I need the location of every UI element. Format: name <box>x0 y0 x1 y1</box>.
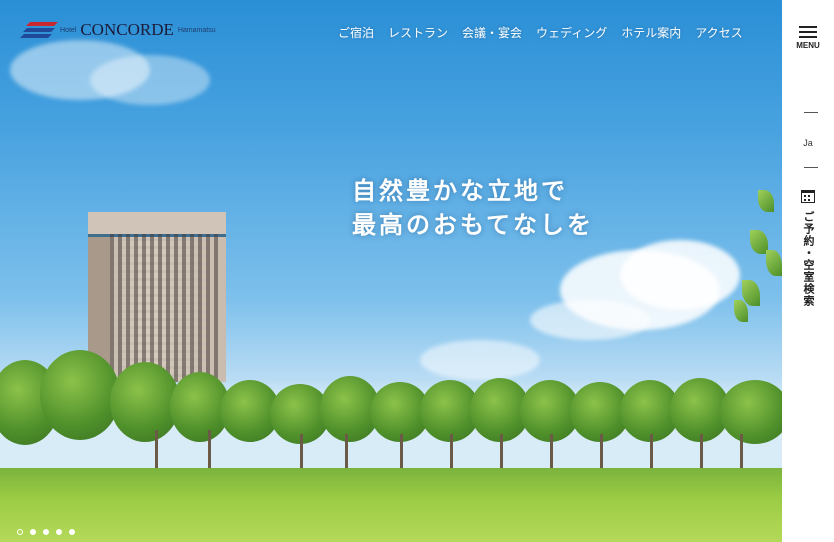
nav-wedding[interactable]: ウェディング <box>536 24 607 41</box>
calendar-icon <box>801 190 815 203</box>
leaves-decoration <box>730 190 790 330</box>
hero-image <box>0 0 782 542</box>
menu-button[interactable]: MENU <box>782 26 834 50</box>
nav-access[interactable]: アクセス <box>695 24 742 41</box>
reservation-label: ご予約・空室検索 <box>802 211 815 307</box>
slider-dot[interactable] <box>30 529 36 535</box>
headline-line-1: 自然豊かな立地で <box>352 176 568 205</box>
nav-restaurant[interactable]: レストラン <box>388 24 448 41</box>
slider-dot[interactable] <box>43 529 49 535</box>
slider-dot[interactable] <box>17 529 23 535</box>
cloud <box>90 55 210 105</box>
slider-dot[interactable] <box>56 529 62 535</box>
logo-mark-icon <box>20 20 58 40</box>
lawn <box>0 468 782 542</box>
right-sidebar: MENU Ja ご予約・空室検索 <box>734 0 834 542</box>
logo-wordmark: CONCORDE <box>80 20 174 39</box>
hero-headline: 自然豊かな立地で 最高のおもてなしを <box>352 174 594 242</box>
headline-line-2: 最高のおもてなしを <box>352 210 595 239</box>
hotel-logo[interactable]: Hotel CONCORDE Hamamatsu <box>20 20 216 40</box>
logo-prefix: Hotel <box>60 26 77 34</box>
nav-hotel-info[interactable]: ホテル案内 <box>621 24 681 41</box>
nav-meetings-banquets[interactable]: 会議・宴会 <box>462 24 522 41</box>
slider-dot[interactable] <box>69 529 75 535</box>
logo-suffix: Hamamatsu <box>177 26 216 34</box>
global-nav: ご宿泊 レストラン 会議・宴会 ウェディング ホテル案内 アクセス <box>338 24 743 41</box>
nav-stay[interactable]: ご宿泊 <box>338 24 374 41</box>
cloud <box>620 240 740 310</box>
divider <box>804 112 818 113</box>
reservation-button[interactable]: ご予約・空室検索 <box>782 190 834 307</box>
hamburger-icon <box>799 26 817 38</box>
cloud <box>530 300 650 340</box>
divider <box>804 167 818 168</box>
language-switch[interactable]: Ja <box>782 138 834 148</box>
tree-line <box>0 350 782 475</box>
menu-label: MENU <box>796 41 820 50</box>
slider-pagination <box>17 529 75 535</box>
